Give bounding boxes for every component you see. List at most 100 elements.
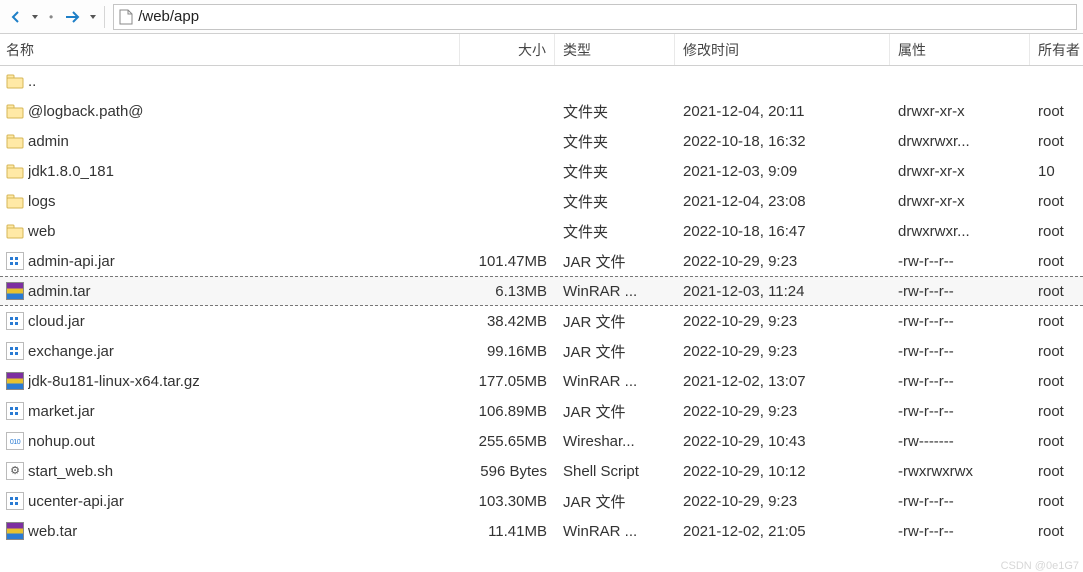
file-date: 2022-10-29, 10:12 [675, 456, 890, 486]
file-attr [890, 66, 1030, 96]
table-row[interactable]: jdk1.8.0_181文件夹2021-12-03, 9:09drwxr-xr-… [0, 156, 1083, 186]
file-size: 596 Bytes [460, 456, 555, 486]
path-box [113, 4, 1077, 30]
path-input[interactable] [138, 8, 1072, 25]
file-attr: drwxrwxr... [890, 216, 1030, 246]
file-size: 177.05MB [460, 366, 555, 396]
folder-icon [6, 222, 24, 240]
table-row[interactable]: logs文件夹2021-12-04, 23:08drwxr-xr-xroot [0, 186, 1083, 216]
table-row[interactable]: ucenter-api.jar103.30MBJAR 文件2022-10-29,… [0, 486, 1083, 516]
file-date: 2021-12-03, 9:09 [675, 156, 890, 186]
header-type[interactable]: 类型 [555, 34, 675, 65]
file-owner [1030, 66, 1083, 96]
header-row: 名称 大小 类型 修改时间 属性 所有者 [0, 34, 1083, 66]
file-name: jdk1.8.0_181 [28, 163, 114, 180]
file-name: jdk-8u181-linux-x64.tar.gz [28, 373, 200, 390]
file-type [555, 66, 675, 96]
file-attr: drwxr-xr-x [890, 186, 1030, 216]
toolbar-separator [104, 6, 105, 28]
file-attr: drwxrwxr... [890, 126, 1030, 156]
file-owner: root [1030, 516, 1083, 546]
file-attr: -rw-r--r-- [890, 396, 1030, 426]
file-owner: root [1030, 396, 1083, 426]
nav-separator: • [44, 10, 58, 24]
back-dropdown[interactable] [30, 13, 40, 21]
table-row[interactable]: jdk-8u181-linux-x64.tar.gz177.05MBWinRAR… [0, 366, 1083, 396]
file-size [460, 216, 555, 246]
file-attr: drwxr-xr-x [890, 96, 1030, 126]
file-grid: 名称 大小 类型 修改时间 属性 所有者 .. @logback.path@ 文件夹… [0, 34, 1083, 546]
file-date: 2022-10-29, 9:23 [675, 306, 890, 336]
table-row[interactable]: .. [0, 66, 1083, 96]
file-owner: root [1030, 186, 1083, 216]
file-owner: root [1030, 216, 1083, 246]
file-type: JAR 文件 [555, 336, 675, 366]
file-name: web [28, 223, 56, 240]
watermark: CSDN @0e1G7 [1001, 560, 1079, 572]
file-name: @logback.path@ [28, 103, 144, 120]
toolbar: • [0, 0, 1083, 34]
file-type: 文件夹 [555, 156, 675, 186]
file-size: 101.47MB [460, 246, 555, 276]
file-size [460, 126, 555, 156]
file-owner: root [1030, 246, 1083, 276]
file-type: JAR 文件 [555, 246, 675, 276]
file-attr: -rw-r--r-- [890, 336, 1030, 366]
header-date[interactable]: 修改时间 [675, 34, 890, 65]
file-type: 文件夹 [555, 216, 675, 246]
header-name[interactable]: 名称 [0, 34, 460, 65]
file-attr: -rw-r--r-- [890, 366, 1030, 396]
file-date: 2021-12-04, 20:11 [675, 96, 890, 126]
file-type: Wireshar... [555, 426, 675, 456]
back-button[interactable] [6, 7, 26, 27]
table-row[interactable]: market.jar106.89MBJAR 文件2022-10-29, 9:23… [0, 396, 1083, 426]
file-type: JAR 文件 [555, 486, 675, 516]
file-size: 38.42MB [460, 306, 555, 336]
table-row[interactable]: cloud.jar38.42MBJAR 文件2022-10-29, 9:23-r… [0, 306, 1083, 336]
table-row[interactable]: web.tar11.41MBWinRAR ...2021-12-02, 21:0… [0, 516, 1083, 546]
file-owner: root [1030, 306, 1083, 336]
forward-button[interactable] [62, 8, 84, 26]
file-type: Shell Script [555, 456, 675, 486]
archive-icon [6, 372, 24, 390]
table-row[interactable]: @logback.path@ 文件夹2021-12-04, 20:11drwxr-… [0, 96, 1083, 126]
file-owner: root [1030, 426, 1083, 456]
file-attr: -rw-r--r-- [890, 306, 1030, 336]
gear-icon: ⚙ [6, 462, 24, 480]
file-name: start_web.sh [28, 463, 113, 480]
folder-icon [6, 102, 24, 120]
header-size[interactable]: 大小 [460, 34, 555, 65]
header-owner[interactable]: 所有者 [1030, 34, 1083, 65]
file-size: 255.65MB [460, 426, 555, 456]
file-size: 106.89MB [460, 396, 555, 426]
file-owner: root [1030, 456, 1083, 486]
file-owner: root [1030, 486, 1083, 516]
table-row[interactable]: exchange.jar99.16MBJAR 文件2022-10-29, 9:2… [0, 336, 1083, 366]
jar-icon [6, 342, 24, 360]
forward-dropdown[interactable] [88, 13, 98, 21]
file-type: WinRAR ... [555, 277, 675, 305]
file-attr: -rw-r--r-- [890, 246, 1030, 276]
file-type: 文件夹 [555, 96, 675, 126]
table-row[interactable]: 010nohup.out255.65MBWireshar...2022-10-2… [0, 426, 1083, 456]
table-row[interactable]: admin-api.jar101.47MBJAR 文件2022-10-29, 9… [0, 246, 1083, 276]
table-row[interactable]: ⚙start_web.sh 596 BytesShell Script2022-1… [0, 456, 1083, 486]
file-size: 99.16MB [460, 336, 555, 366]
file-owner: root [1030, 336, 1083, 366]
file-name: exchange.jar [28, 343, 114, 360]
jar-icon [6, 252, 24, 270]
folder-icon [6, 192, 24, 210]
table-row[interactable]: admin.tar6.13MBWinRAR ...2021-12-03, 11:… [0, 276, 1083, 306]
table-row[interactable]: admin文件夹2022-10-18, 16:32drwxrwxr...root [0, 126, 1083, 156]
file-name: web.tar [28, 523, 77, 540]
binary-icon: 010 [6, 432, 24, 450]
file-attr: -rw-r--r-- [890, 516, 1030, 546]
file-owner: root [1030, 366, 1083, 396]
file-name: logs [28, 193, 56, 210]
file-name: admin.tar [28, 283, 91, 300]
jar-icon [6, 312, 24, 330]
file-owner: 10 [1030, 156, 1083, 186]
file-date: 2021-12-03, 11:24 [675, 277, 890, 305]
table-row[interactable]: web文件夹2022-10-18, 16:47drwxrwxr...root [0, 216, 1083, 246]
header-attr[interactable]: 属性 [890, 34, 1030, 65]
